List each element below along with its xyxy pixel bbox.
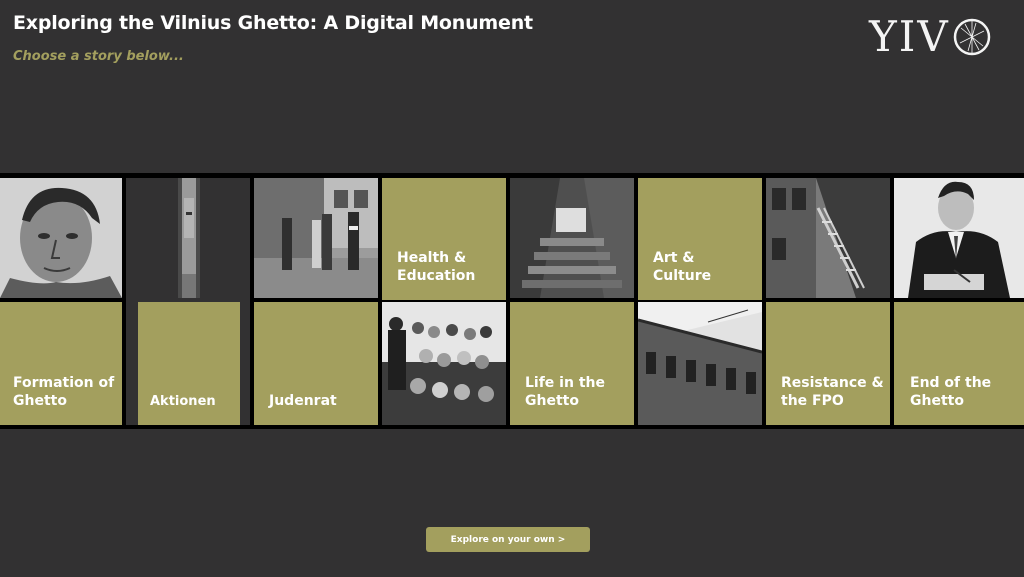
logo-text: YIV xyxy=(869,12,950,61)
story-card-formation-of-ghetto[interactable]: Formation of Ghetto xyxy=(0,178,122,425)
story-card-label: End of the Ghetto xyxy=(910,375,992,409)
logo-o-icon xyxy=(953,18,990,56)
explore-on-your-own-button[interactable]: Explore on your own > xyxy=(426,527,590,552)
story-card-label: Judenrat xyxy=(269,393,337,409)
story-card-label: Formation of Ghetto xyxy=(13,375,115,409)
portrait-man-icon xyxy=(0,178,122,298)
story-card-label: Aktionen xyxy=(150,394,216,409)
story-card-judenrat[interactable]: Judenrat xyxy=(254,178,378,425)
story-strip: Formation of Ghetto Aktionen Judenrat He… xyxy=(0,173,1024,429)
story-card-aktionen[interactable]: Aktionen xyxy=(126,178,250,425)
street-guards-icon xyxy=(254,178,378,298)
man-writing-icon xyxy=(894,178,1024,298)
story-card-art-culture[interactable]: Art & Culture xyxy=(638,178,762,425)
story-card-label: Resistance & the FPO xyxy=(781,375,884,409)
yivo-logo[interactable]: YIV xyxy=(869,14,992,60)
crowd-icon xyxy=(382,302,506,425)
building-facade-icon xyxy=(638,302,762,425)
partial-portrait-icon xyxy=(178,178,200,298)
story-card-health-education[interactable]: Health & Education xyxy=(382,178,506,425)
story-card-label: Art & Culture xyxy=(653,250,712,284)
story-card-life-in-the-ghetto[interactable]: Life in the Ghetto xyxy=(510,178,634,425)
story-card-resistance-fpo[interactable]: Resistance & the FPO xyxy=(766,178,890,425)
page-subtitle: Choose a story below... xyxy=(13,49,184,64)
story-card-label: Health & Education xyxy=(397,250,476,284)
story-card-label: Life in the Ghetto xyxy=(525,375,605,409)
wooden-house-icon xyxy=(766,178,890,298)
story-card-end-of-the-ghetto[interactable]: End of the Ghetto xyxy=(894,178,1024,425)
page-title: Exploring the Vilnius Ghetto: A Digital … xyxy=(13,12,533,34)
courtyard-stairs-icon xyxy=(510,178,634,298)
